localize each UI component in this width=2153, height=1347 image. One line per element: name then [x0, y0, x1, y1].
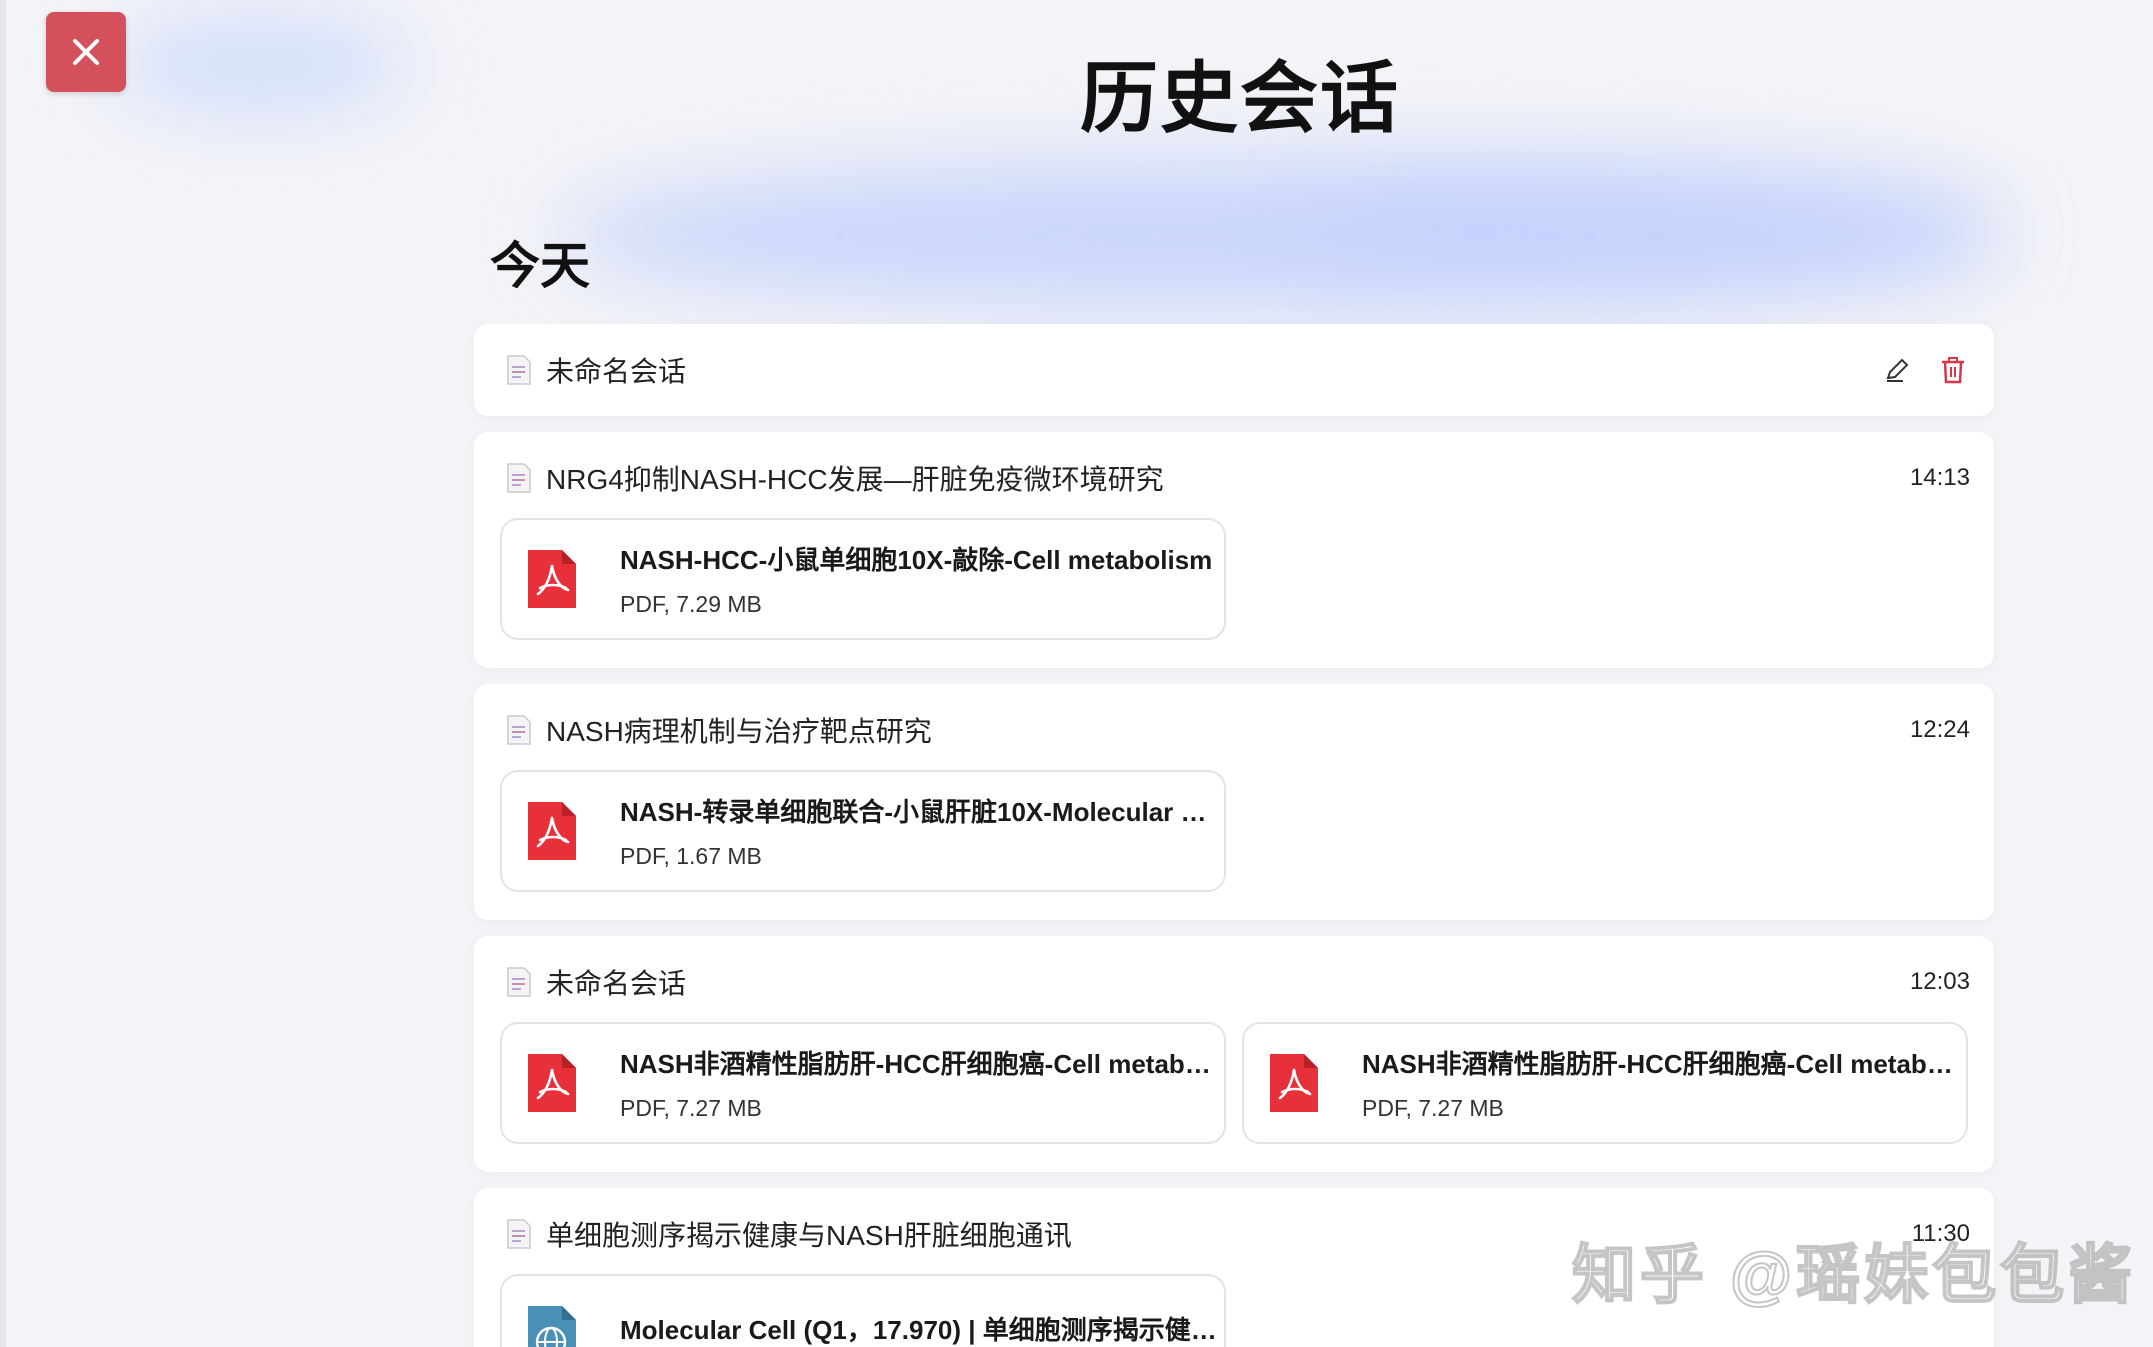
- file-attachment[interactable]: NASH非酒精性脂肪肝-HCC肝细胞癌-Cell metabolism PDF,…: [500, 1022, 1226, 1144]
- pdf-icon: [1270, 1054, 1318, 1112]
- section-title-today: 今天: [490, 238, 590, 294]
- session-header: 单细胞测序揭示健康与NASH肝脏细胞通讯 11:30: [506, 1188, 1970, 1280]
- session-header: 未命名会话: [506, 324, 1970, 416]
- file-attachment[interactable]: NASH-HCC-小鼠单细胞10X-敲除-Cell metabolism PDF…: [500, 518, 1226, 640]
- session-header: 未命名会话 12:03: [506, 936, 1970, 1028]
- background-glow: [1300, 170, 2000, 290]
- delete-icon[interactable]: [1936, 353, 1970, 387]
- document-icon: [507, 355, 531, 385]
- document-icon: [507, 967, 531, 997]
- file-name: NASH非酒精性脂肪肝-HCC肝细胞癌-Cell metabolism: [620, 1049, 1220, 1079]
- session-time: 14:13: [1909, 464, 1970, 491]
- document-icon: [507, 715, 531, 745]
- session-title: 未命名会话: [546, 968, 687, 999]
- session-title: NASH病理机制与治疗靶点研究: [546, 716, 932, 747]
- file-attachment[interactable]: NASH非酒精性脂肪肝-HCC肝细胞癌-Cell metabolism PDF,…: [1242, 1022, 1968, 1144]
- window-edge: [0, 0, 6, 1347]
- session-card[interactable]: NASH病理机制与治疗靶点研究 12:24 NASH-转录单细胞联合-小鼠肝脏1…: [474, 684, 1994, 920]
- pdf-icon: [528, 802, 576, 860]
- session-time: 12:03: [1909, 968, 1970, 995]
- pdf-icon: [528, 550, 576, 608]
- file-attachment[interactable]: Molecular Cell (Q1，17.970) | 单细胞测序揭示健康..…: [500, 1274, 1226, 1347]
- file-size: PDF, 7.27 MB: [1362, 1095, 1504, 1121]
- pdf-icon: [528, 1054, 576, 1112]
- session-card[interactable]: NRG4抑制NASH-HCC发展—肝脏免疫微环境研究 14:13 NASH-HC…: [474, 432, 1994, 668]
- file-name: NASH非酒精性脂肪肝-HCC肝细胞癌-Cell metabolism: [1362, 1049, 1962, 1079]
- file-size: PDF, 7.27 MB: [620, 1095, 762, 1121]
- session-title: 未命名会话: [546, 356, 687, 387]
- session-title: NRG4抑制NASH-HCC发展—肝脏免疫微环境研究: [546, 464, 1164, 495]
- file-name: NASH-HCC-小鼠单细胞10X-敲除-Cell metabolism: [620, 545, 1213, 575]
- page-title: 历史会话: [1079, 54, 1400, 142]
- edit-icon[interactable]: [1880, 353, 1914, 387]
- session-header: NRG4抑制NASH-HCC发展—肝脏免疫微环境研究 14:13: [506, 432, 1970, 524]
- session-card[interactable]: 单细胞测序揭示健康与NASH肝脏细胞通讯 11:30 Molecular Cel…: [474, 1188, 1994, 1347]
- session-time: 12:24: [1909, 716, 1970, 743]
- web-icon: [528, 1306, 576, 1347]
- document-icon: [507, 1219, 531, 1249]
- file-name: Molecular Cell (Q1，17.970) | 单细胞测序揭示健康..…: [620, 1314, 1220, 1345]
- file-attachment[interactable]: NASH-转录单细胞联合-小鼠肝脏10X-Molecular Cell PDF,…: [500, 770, 1226, 892]
- file-name: NASH-转录单细胞联合-小鼠肝脏10X-Molecular Cell: [620, 797, 1220, 827]
- session-card[interactable]: 未命名会话 12:03 NASH非酒精性脂肪肝-HCC肝细胞癌-Cell met…: [474, 936, 1994, 1172]
- document-icon: [507, 463, 531, 493]
- session-card[interactable]: 未命名会话: [474, 324, 1994, 416]
- file-size: PDF, 7.29 MB: [620, 591, 762, 617]
- session-time: 11:30: [1911, 1220, 1970, 1247]
- session-title: 单细胞测序揭示健康与NASH肝脏细胞通讯: [546, 1220, 1072, 1251]
- file-size: PDF, 1.67 MB: [620, 843, 762, 869]
- session-header: NASH病理机制与治疗靶点研究 12:24: [506, 684, 1970, 776]
- background-glow: [560, 160, 2000, 310]
